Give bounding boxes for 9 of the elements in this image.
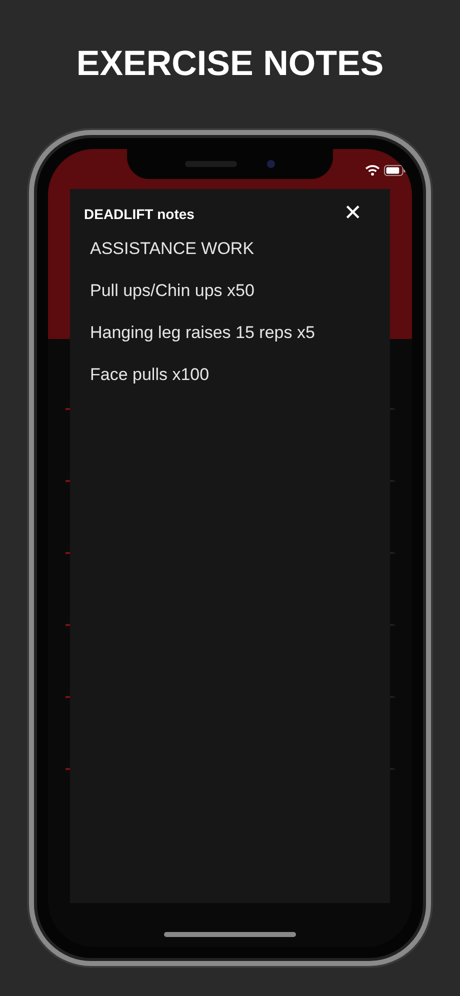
battery-icon bbox=[384, 165, 406, 176]
close-button[interactable]: ✕ bbox=[344, 203, 376, 225]
note-line: Face pulls x100 bbox=[90, 365, 210, 385]
headline: EXERCISE NOTES bbox=[76, 44, 384, 85]
dialog-title: DEADLIFT notes bbox=[84, 206, 194, 222]
note-line: ASSISTANCE WORK bbox=[90, 239, 256, 259]
note-line: Hanging leg raises 15 reps x5 bbox=[90, 323, 316, 343]
wifi-icon bbox=[365, 165, 380, 176]
note-line: Pull ups/Chin ups x50 bbox=[90, 281, 256, 301]
